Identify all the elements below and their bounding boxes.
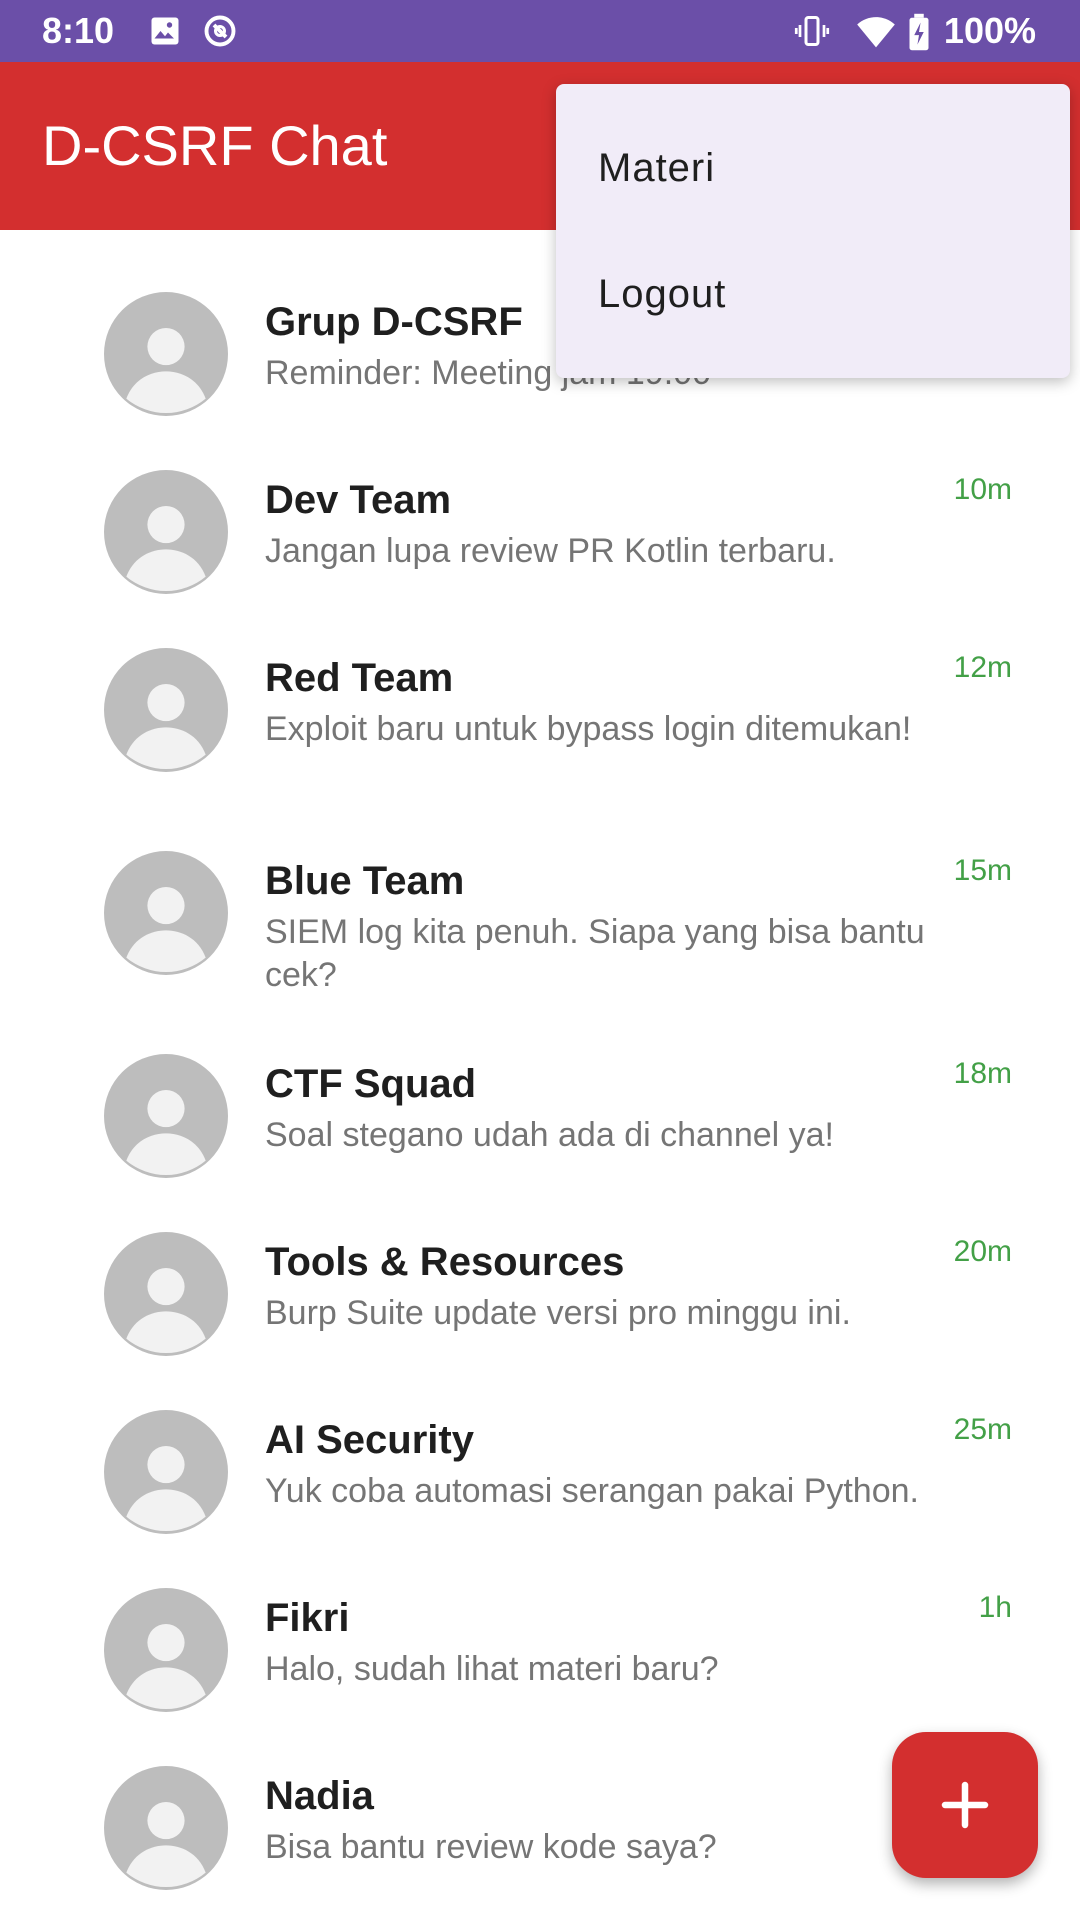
chat-time: 1h <box>978 1591 1012 1624</box>
chat-row[interactable]: Red Team Exploit baru untuk bypass login… <box>0 586 1080 772</box>
avatar <box>104 1766 228 1890</box>
menu-item-materi[interactable]: Materi <box>598 138 715 198</box>
sync-icon <box>202 13 238 49</box>
chat-row[interactable]: AI Security Yuk coba automasi serangan p… <box>0 1348 1080 1534</box>
chat-message: SIEM log kita penuh. Siapa yang bisa ban… <box>265 913 925 994</box>
status-time: 8:10 <box>42 10 115 51</box>
chat-message: Halo, sudah lihat materi baru? <box>265 1650 719 1688</box>
avatar <box>104 292 228 416</box>
chat-time: 25m <box>953 1413 1012 1446</box>
chat-name: AI Security <box>265 1418 474 1462</box>
chat-time: 10m <box>953 473 1012 506</box>
chat-time: 15m <box>953 854 1012 887</box>
image-icon <box>147 13 183 49</box>
menu-item-logout[interactable]: Logout <box>598 264 726 324</box>
chat-row[interactable]: Fikri Halo, sudah lihat materi baru? 1h <box>0 1526 1080 1712</box>
chat-row[interactable]: CTF Squad Soal stegano udah ada di chann… <box>0 992 1080 1178</box>
plus-icon <box>941 1781 989 1829</box>
new-chat-button[interactable] <box>892 1732 1038 1878</box>
status-bar: 8:10 100% <box>0 0 1080 62</box>
chat-row[interactable]: Tools & Resources Burp Suite update vers… <box>0 1170 1080 1356</box>
chat-time: 12m <box>953 651 1012 684</box>
chat-message: Exploit baru untuk bypass login ditemuka… <box>265 710 912 748</box>
chat-message: Bisa bantu review kode saya? <box>265 1828 717 1866</box>
battery-charging-icon <box>906 13 932 51</box>
vibrate-icon <box>794 13 830 49</box>
avatar <box>104 1232 228 1356</box>
chat-message: Yuk coba automasi serangan pakai Python. <box>265 1472 919 1510</box>
chat-name: Red Team <box>265 656 454 700</box>
chat-row[interactable]: Blue Team SIEM log kita penuh. Siapa yan… <box>0 789 1080 994</box>
chat-name: Nadia <box>265 1774 374 1818</box>
avatar <box>104 470 228 594</box>
avatar <box>104 1410 228 1534</box>
chat-message: Burp Suite update versi pro minggu ini. <box>265 1294 851 1332</box>
chat-name: Grup D-CSRF <box>265 300 523 344</box>
chat-row[interactable]: Dev Team Jangan lupa review PR Kotlin te… <box>0 408 1080 594</box>
avatar <box>104 1054 228 1178</box>
chat-time: 18m <box>953 1057 1012 1090</box>
chat-name: Fikri <box>265 1596 350 1640</box>
avatar <box>104 648 228 772</box>
avatar <box>104 851 228 975</box>
wifi-icon <box>856 13 895 49</box>
chat-message: Jangan lupa review PR Kotlin terbaru. <box>265 532 836 570</box>
chat-message: Soal stegano udah ada di channel ya! <box>265 1116 835 1154</box>
chat-name: Dev Team <box>265 478 452 522</box>
chat-time: 20m <box>953 1235 1012 1268</box>
battery-percent: 100% <box>943 10 1036 51</box>
overflow-menu: Materi Logout <box>556 84 1070 378</box>
app-title: D-CSRF Chat <box>42 114 388 177</box>
avatar <box>104 1588 228 1712</box>
chat-name: Tools & Resources <box>265 1240 625 1284</box>
chat-name: CTF Squad <box>265 1062 477 1106</box>
chat-name: Blue Team <box>265 859 465 903</box>
